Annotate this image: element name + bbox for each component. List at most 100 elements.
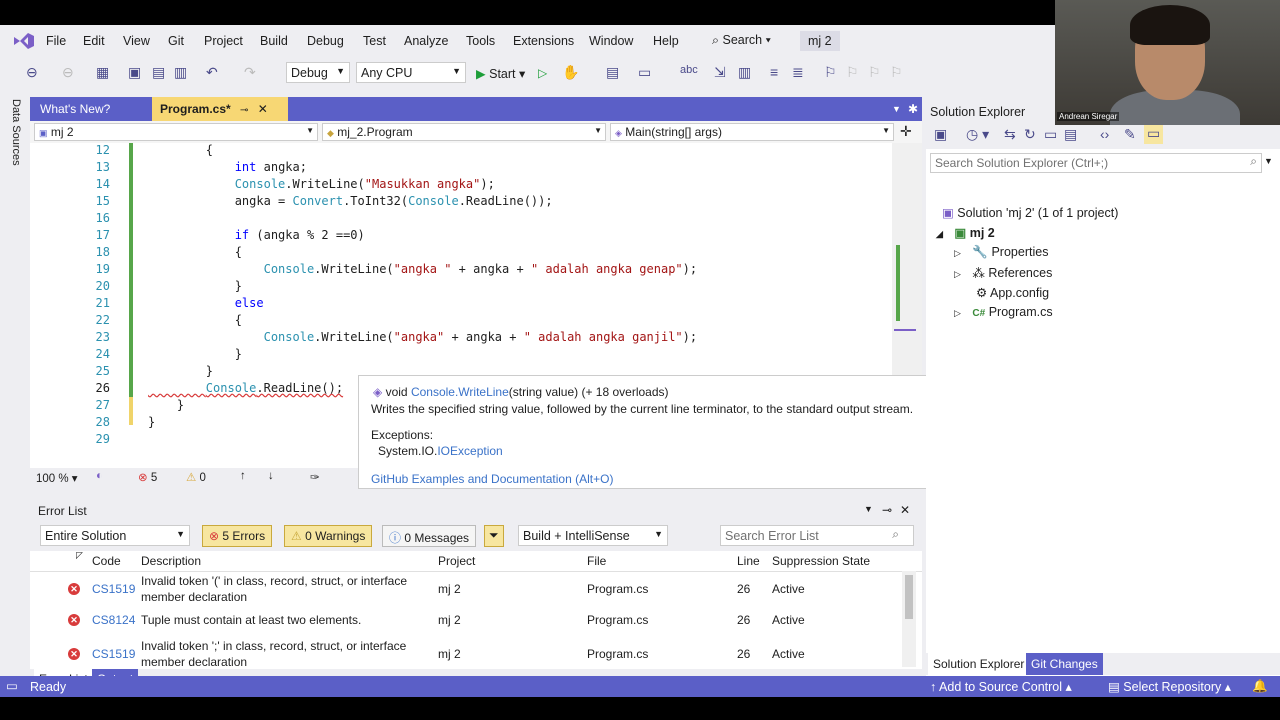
class-dropdown[interactable]: ◆ mj_2.Program ▼	[322, 123, 606, 141]
error-code-link[interactable]: CS1519	[92, 647, 135, 661]
code-line[interactable]: else	[148, 296, 264, 310]
start-without-debugging-icon[interactable]: ▷	[538, 66, 547, 80]
start-debugging-button[interactable]: ▶ Start ▾	[476, 66, 525, 81]
previous-issue-icon[interactable]: ↑	[240, 470, 246, 482]
menu-test[interactable]: Test	[363, 34, 386, 48]
close-icon[interactable]: ✕	[258, 102, 268, 116]
code-line[interactable]: Console.WriteLine("angka " + angka + " a…	[148, 262, 698, 276]
menu-window[interactable]: Window	[589, 34, 633, 48]
code-line[interactable]: Console.WriteLine("angka" + angka + " ad…	[148, 330, 698, 344]
header-line[interactable]: Line	[737, 554, 760, 568]
project-dropdown[interactable]: ▣ mj 2 ▼	[34, 123, 318, 141]
bookmarks-icon[interactable]: ▥	[738, 64, 751, 81]
layout-icon[interactable]: ▭	[638, 64, 651, 81]
collapse-all-icon[interactable]: ▭	[1044, 126, 1057, 143]
properties-icon[interactable]: ✎	[1124, 126, 1136, 143]
navigate-forward-icon[interactable]: ⊖	[62, 64, 74, 81]
error-row[interactable]: ✕ CS1519 Invalid token '(' in class, recor…	[30, 572, 900, 606]
select-repository-button[interactable]: ▤ Select Repository ▴	[1108, 679, 1231, 694]
close-icon[interactable]: ✕	[900, 503, 910, 517]
menu-tools[interactable]: Tools	[466, 34, 495, 48]
build-filter-select[interactable]: Build + IntelliSense ▼	[518, 525, 668, 546]
menu-build[interactable]: Build	[260, 34, 288, 48]
github-examples-link[interactable]: GitHub Examples and Documentation (Alt+O…	[371, 472, 613, 486]
comment-icon[interactable]: ≡	[770, 64, 778, 80]
tab-program-cs[interactable]: Program.cs* ⊸ ✕	[152, 97, 288, 121]
chevron-down-icon[interactable]: ▼	[1264, 156, 1273, 166]
save-icon[interactable]: ▤	[152, 64, 165, 81]
navigate-back-icon[interactable]: ⊖	[26, 64, 38, 81]
filter-icon[interactable]: ⏷	[484, 525, 504, 547]
menu-file[interactable]: File	[46, 34, 66, 48]
spell-check-icon[interactable]: abc	[680, 64, 698, 76]
uncomment-icon[interactable]: ≣	[792, 64, 804, 81]
open-file-icon[interactable]: ▣	[128, 64, 141, 81]
next-issue-icon[interactable]: ↓	[268, 470, 274, 482]
zoom-select[interactable]: 100 % ▾	[36, 471, 78, 485]
error-code-link[interactable]: CS1519	[92, 582, 135, 596]
tab-whats-new[interactable]: What's New?	[32, 97, 118, 121]
gear-icon[interactable]: ✱	[900, 97, 926, 121]
tree-item-app-config[interactable]: ⚙ App.config	[976, 285, 1049, 300]
tree-project[interactable]: ◢ ▣ mj 2	[936, 225, 995, 240]
exception-type-link[interactable]: IOException	[437, 444, 502, 458]
prev-bookmark-icon[interactable]: ⚐	[846, 64, 859, 81]
code-line[interactable]: {	[148, 313, 242, 327]
configuration-select[interactable]: Debug ▼	[286, 62, 350, 83]
tab-git-changes[interactable]: Git Changes	[1026, 653, 1103, 675]
code-line[interactable]: }	[148, 347, 242, 361]
menu-project[interactable]: Project	[204, 34, 243, 48]
header-suppression-state[interactable]: Suppression State	[772, 554, 870, 568]
code-line[interactable]: }	[148, 415, 155, 429]
hot-reload-icon[interactable]: ✋	[562, 64, 579, 81]
sync-icon[interactable]: ⇆	[1004, 126, 1016, 143]
menu-debug[interactable]: Debug	[307, 34, 344, 48]
code-line[interactable]: Console.WriteLine("Masukkan angka");	[148, 177, 495, 191]
notifications-icon[interactable]: 🔔	[1252, 679, 1268, 694]
platform-select[interactable]: Any CPU ▼	[356, 62, 466, 83]
scope-select[interactable]: Entire Solution ▼	[40, 525, 190, 546]
error-search-input[interactable]: Search Error List ⌕	[720, 525, 914, 546]
tab-solution-explorer[interactable]: Solution Explorer	[928, 653, 1030, 675]
refresh-icon[interactable]: ↻	[1024, 126, 1036, 143]
code-line[interactable]: angka = Convert.ToInt32(Console.ReadLine…	[148, 194, 553, 208]
save-all-icon[interactable]: ▥	[174, 64, 187, 81]
bookmark-icon[interactable]: ⚐	[824, 64, 837, 81]
code-cleanup-icon[interactable]: ✑	[310, 470, 320, 484]
new-project-icon[interactable]: ▦	[96, 64, 109, 81]
code-line[interactable]: if (angka % 2 ==0)	[148, 228, 365, 242]
signature-member-link[interactable]: Console.WriteLine	[411, 385, 509, 399]
header-file[interactable]: File	[587, 554, 606, 568]
header-code[interactable]: Code	[92, 554, 121, 568]
tree-solution[interactable]: ▣ Solution 'mj 2' (1 of 1 project)	[942, 205, 1118, 220]
data-sources-tab[interactable]: Data Sources	[10, 99, 22, 166]
code-line[interactable]: {	[148, 245, 242, 259]
header-project[interactable]: Project	[438, 554, 475, 568]
scrollbar-thumb[interactable]	[905, 575, 913, 619]
tree-item-program-cs[interactable]: ▷ C# Program.cs	[954, 305, 1053, 319]
view-code-icon[interactable]: ‹›	[1100, 126, 1109, 142]
code-line[interactable]: }	[148, 364, 213, 378]
warning-count-indicator[interactable]: ⚠ 0	[186, 470, 206, 484]
menu-edit[interactable]: Edit	[83, 34, 105, 48]
header-description[interactable]: Description	[141, 554, 201, 568]
code-line[interactable]: {	[148, 143, 213, 157]
search-button[interactable]: ⌕ Search ▾	[712, 33, 771, 48]
menu-analyze[interactable]: Analyze	[404, 34, 448, 48]
code-line[interactable]: }	[148, 398, 184, 412]
code-line[interactable]: }	[148, 279, 242, 293]
pin-icon[interactable]: ⊸	[882, 503, 892, 517]
error-list-scrollbar[interactable]	[902, 571, 916, 667]
code-line[interactable]: Console.ReadLine();	[148, 381, 343, 395]
show-all-files-icon[interactable]: ▤	[1064, 126, 1077, 143]
error-count-indicator[interactable]: ⊗ 5	[138, 470, 157, 484]
messages-filter-button[interactable]: ⓘ 0 Messages	[382, 525, 477, 547]
error-row[interactable]: ✕ CS1519 Invalid token ';' in class, recor…	[30, 637, 900, 671]
member-dropdown[interactable]: ◈ Main(string[] args) ▼	[610, 123, 894, 141]
solution-name-badge[interactable]: mj 2	[800, 31, 840, 51]
switch-views-icon[interactable]: ▣	[934, 126, 947, 143]
tree-item-references[interactable]: ▷ ⁂ References	[954, 265, 1052, 280]
code-line[interactable]: int angka;	[148, 160, 307, 174]
menu-extensions[interactable]: Extensions	[513, 34, 574, 48]
step-into-icon[interactable]: ⇲	[714, 64, 726, 81]
